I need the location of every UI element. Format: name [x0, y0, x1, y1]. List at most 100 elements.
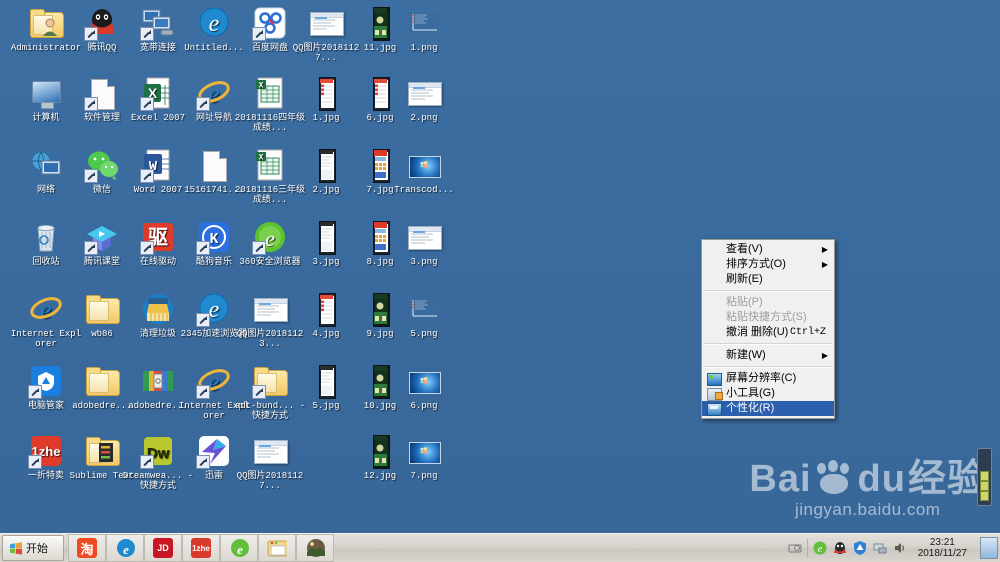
pc-manager-icon [28, 364, 63, 399]
svg-text:K: K [209, 231, 218, 248]
wallpaper-icon [407, 148, 441, 182]
system-tray[interactable]: e 23:21 2018/11/27 [787, 534, 1000, 562]
desktop-surface[interactable]: Administrator 腾讯QQ 宽带连接 e Untitled... 百度网盘 QQ图… [0, 0, 1000, 534]
menu-separator [704, 343, 832, 345]
context-menu-item[interactable]: 屏幕分辨率(C) [702, 371, 834, 386]
context-menu-item[interactable]: 个性化(R) [702, 401, 834, 416]
quick-launch-bar[interactable]: 淘 e JD 1zhe e [68, 534, 334, 562]
desktop-icon[interactable]: 6.png [388, 364, 460, 411]
context-menu-item[interactable]: 新建(W) ▶ [702, 348, 834, 363]
svg-text:e: e [209, 11, 220, 37]
desktop-icon[interactable]: 1.png [388, 6, 460, 53]
page-icon [84, 76, 119, 111]
desktop-icon-label: 2.png [410, 113, 438, 123]
window-thumb-icon [407, 76, 442, 110]
pc-manager-tray-icon[interactable] [852, 540, 868, 556]
desktop-icon[interactable]: 3.png [388, 220, 460, 267]
menu-item-shortcut: Ctrl+Z [789, 327, 826, 338]
excel-file-icon: X [253, 76, 287, 110]
desktop-icon-label: QQ图片20181127... [236, 471, 304, 491]
shortcut-arrow-icon [140, 27, 154, 41]
taskbar[interactable]: 开始 淘 e JD 1zhe e e 23:21 2018/11/27 [0, 533, 1000, 562]
taskbar-button-360-browser[interactable]: e [220, 534, 258, 562]
ie-classic-icon: e [196, 364, 231, 399]
submenu-arrow-icon: ▶ [821, 260, 828, 269]
excel-icon: X [140, 76, 175, 111]
desktop-icon-label: 3.png [410, 257, 438, 267]
taskbar-button-file-explorer[interactable] [258, 534, 296, 562]
chart-shot-icon [407, 6, 441, 40]
taskbar-button-jd[interactable]: JD [144, 534, 182, 562]
taskbar-clock[interactable]: 23:21 2018/11/27 [912, 537, 973, 559]
network-icon [29, 148, 63, 182]
dreamweaver-icon: Dw [140, 434, 175, 469]
driver-icon: 驱 [140, 220, 175, 255]
start-button[interactable]: 开始 [2, 535, 64, 561]
computer-icon [29, 76, 63, 110]
context-menu-item[interactable]: 刷新(E) [702, 272, 834, 287]
desktop-icon[interactable]: 5.png [388, 292, 460, 339]
context-menu-item-label: 撤消 删除(U) [726, 326, 789, 338]
context-menu-item[interactable]: 排序方式(O) ▶ [702, 257, 834, 272]
file-explorer-icon [267, 538, 287, 558]
window-thumb-icon [253, 434, 288, 468]
shortcut-arrow-icon [196, 313, 210, 327]
phone-shot-doc-icon [309, 220, 343, 255]
qq-tray-icon[interactable] [832, 540, 848, 556]
gadgets-icon [707, 388, 723, 401]
shortcut-arrow-icon [196, 455, 210, 469]
taskbar-button-yizhe[interactable]: 1zhe [182, 534, 220, 562]
desktop-icon[interactable]: QQ图片20181127... [234, 434, 306, 491]
context-menu-item[interactable]: 撤消 删除(U) Ctrl+Z [702, 325, 834, 340]
desktop-context-menu[interactable]: 查看(V) ▶ 排序方式(O) ▶ 刷新(E) 粘贴(P) 粘贴快捷方式(S) 撤消 删除(U… [701, 239, 835, 419]
phone-shot-doc-icon [309, 148, 343, 183]
desktop-icon-label: 6.png [410, 401, 438, 411]
svg-text:e: e [123, 542, 129, 557]
svg-text:X: X [259, 82, 264, 91]
screen-resolution-icon [707, 373, 722, 386]
context-menu-item[interactable]: 查看(V) ▶ [702, 242, 834, 257]
ie-edge-icon: e [196, 292, 231, 327]
hidden-icons-arrow-icon[interactable] [787, 540, 803, 556]
start-button-label: 开始 [26, 543, 48, 555]
context-menu-item[interactable]: 小工具(G) [702, 386, 834, 401]
battery-gadget[interactable] [977, 448, 992, 506]
shortcut-arrow-icon [252, 27, 266, 41]
taskbar-button-ie-browser[interactable]: e [106, 534, 144, 562]
desktop-icon[interactable]: 2.png [388, 76, 460, 123]
network-tray-icon[interactable] [872, 540, 888, 556]
menu-separator [704, 290, 832, 292]
taskbar-button-taobao[interactable]: 淘 [68, 534, 106, 562]
context-menu-item: 粘贴快捷方式(S) [702, 310, 834, 325]
wallpaper-icon [407, 364, 441, 398]
shortcut-arrow-icon [196, 241, 210, 255]
context-menu-item-label: 个性化(R) [726, 402, 775, 414]
phone-shot-list-icon [309, 292, 343, 327]
word-icon: W [140, 148, 175, 183]
phone-shot-doc-icon [309, 364, 343, 399]
photo-viewer-icon [305, 538, 325, 558]
yizhe-icon: 1zhe [191, 538, 211, 558]
chart-shot-icon [407, 292, 441, 326]
ie-edge-icon: e [197, 6, 231, 40]
context-menu-item-label: 刷新(E) [726, 273, 763, 285]
shortcut-arrow-icon [28, 455, 42, 469]
svg-text:X: X [259, 154, 264, 163]
wallpaper-icon [407, 434, 441, 468]
folder-user-icon [29, 6, 64, 40]
baidu-pan-icon [252, 6, 287, 41]
taobao-icon: 淘 [77, 538, 97, 558]
show-desktop-button[interactable] [980, 537, 998, 559]
tencent-class-icon [84, 220, 119, 255]
desktop-icon[interactable]: 7.png [388, 434, 460, 481]
desktop-icon-label: 1.png [410, 43, 438, 53]
window-thumb-icon [407, 220, 442, 254]
folder-icon [85, 292, 120, 326]
context-menu-item-label: 屏幕分辨率(C) [726, 372, 797, 384]
desktop-icon[interactable]: Transcod... [388, 148, 460, 195]
context-menu-item-label: 新建(W) [726, 349, 766, 361]
ie-tray-icon[interactable]: e [812, 540, 828, 556]
taskbar-button-photo-viewer[interactable] [296, 534, 334, 562]
volume-tray-icon[interactable] [892, 540, 908, 556]
svg-text:e: e [265, 226, 275, 251]
